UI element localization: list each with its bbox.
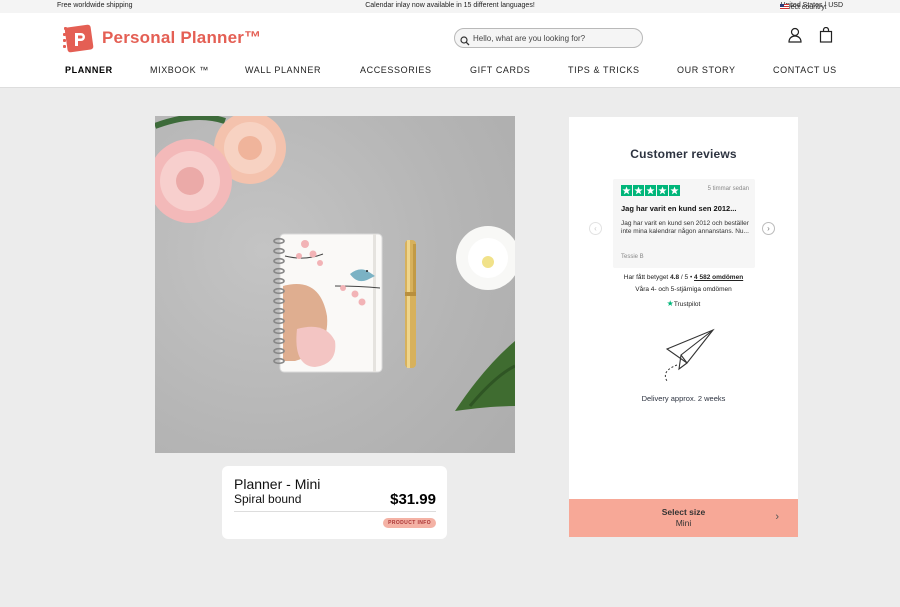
score-value: 4.8 <box>670 274 680 281</box>
review-next-button[interactable]: › <box>762 222 775 235</box>
search-icon <box>460 33 470 46</box>
account-icon[interactable] <box>787 27 803 43</box>
score-prefix: Har fått betyget <box>623 274 669 281</box>
announcement-text: Calendar inlay now available in 15 diffe… <box>365 2 535 9</box>
paper-plane-icon <box>664 328 715 382</box>
nav-planner[interactable]: PLANNER <box>65 65 113 75</box>
rating-stars <box>621 185 680 196</box>
product-image[interactable] <box>155 116 515 453</box>
planner-logo-icon <box>62 24 95 53</box>
select-size-button[interactable]: Select size Mini › <box>569 499 798 537</box>
product-photo-illustration <box>155 116 515 411</box>
search-box[interactable] <box>454 28 643 48</box>
review-count-link[interactable]: 4 582 omdömen <box>694 274 743 281</box>
announcement-bar: Free worldwide shipping Calendar inlay n… <box>0 0 900 13</box>
nav-wall-planner[interactable]: WALL PLANNER <box>245 65 321 75</box>
trustpilot-logo[interactable]: ★Trustpilot <box>569 299 798 308</box>
nav-accessories[interactable]: ACCESSORIES <box>360 65 432 75</box>
main-nav: PLANNER MIXBOOK ™ WALL PLANNER ACCESSORI… <box>0 65 900 79</box>
review-author: Tessie B <box>621 254 644 260</box>
star-icon <box>621 185 632 196</box>
country-selector[interactable]: Select country: United States | USD <box>780 2 843 11</box>
trustpilot-text: Trustpilot <box>673 301 701 308</box>
review-time: 5 timmar sedan <box>707 186 749 192</box>
product-binding: Spiral bound <box>234 492 302 506</box>
star-icon <box>633 185 644 196</box>
shopping-bag-icon[interactable] <box>818 26 834 43</box>
nav-contact-us[interactable]: CONTACT US <box>773 65 837 75</box>
nav-gift-cards[interactable]: GIFT CARDS <box>470 65 530 75</box>
nav-our-story[interactable]: OUR STORY <box>677 65 736 75</box>
gold-pen <box>405 240 416 368</box>
review-body: Jag har varit en kund sen 2012 och bestä… <box>621 220 749 235</box>
product-summary-card: Planner - Mini Spiral bound $31.99 PRODU… <box>222 466 447 539</box>
us-flag-icon <box>780 4 790 10</box>
planner-notebook <box>273 233 383 373</box>
logo-text: Personal Planner™ <box>102 28 262 47</box>
site-header: Personal Planner™ PLANNER MIXBOOK ™ WALL… <box>0 13 900 88</box>
review-prev-button[interactable]: ‹ <box>589 222 602 235</box>
review-card[interactable]: 5 timmar sedan Jag har varit en kund sen… <box>613 179 755 268</box>
product-title: Planner - Mini <box>234 476 321 492</box>
nav-tips-tricks[interactable]: TIPS & TRICKS <box>568 65 640 75</box>
logo-link[interactable]: Personal Planner™ <box>62 23 261 53</box>
divider <box>234 511 436 512</box>
nav-mixbook[interactable]: MIXBOOK ™ <box>150 65 209 75</box>
trustpilot-subtext: Våra 4- och 5-stjärniga omdömen <box>635 286 732 293</box>
review-title: Jag har varit en kund sen 2012... <box>621 204 737 213</box>
select-size-label: Select size <box>661 507 706 517</box>
greenery <box>455 341 515 411</box>
pink-flowers <box>155 116 286 223</box>
trustpilot-star-icon: ★ <box>666 299 674 308</box>
trustpilot-score: Har fått betyget 4.8 / 5 • 4 582 omdömen <box>569 274 798 281</box>
reviews-heading: Customer reviews <box>630 147 737 161</box>
product-info-button[interactable]: PRODUCT INFO <box>383 518 436 528</box>
star-icon <box>645 185 656 196</box>
star-icon <box>657 185 668 196</box>
chevron-right-icon: › <box>775 511 779 523</box>
star-icon <box>669 185 680 196</box>
search-input[interactable] <box>473 33 633 43</box>
white-flower <box>456 226 515 290</box>
side-panel: Customer reviews ‹ 5 timmar sedan Jag ha… <box>569 117 798 537</box>
score-mid: / 5 • <box>680 274 693 281</box>
selected-size-value: Mini <box>675 518 692 528</box>
delivery-estimate: Delivery approx. 2 weeks <box>641 394 726 403</box>
product-price: $31.99 <box>390 491 436 508</box>
